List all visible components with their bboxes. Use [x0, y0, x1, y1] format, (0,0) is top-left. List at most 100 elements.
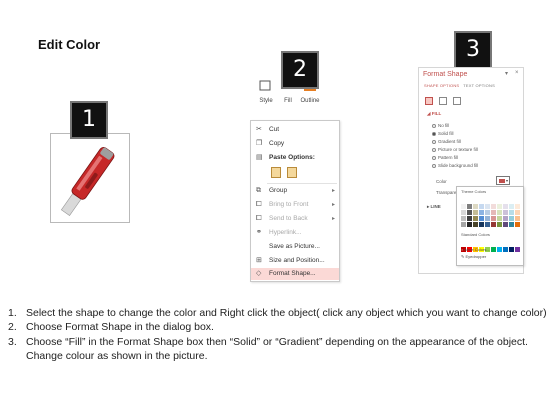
option-no-fill-label: No fill [438, 123, 450, 128]
theme-color-shades[interactable] [461, 204, 521, 232]
page-title: Edit Color [38, 37, 101, 52]
fill-color-button[interactable]: ▾ [496, 176, 510, 185]
close-icon[interactable]: × [515, 70, 519, 76]
menu-item-hyperlink-label: Hyperlink... [269, 229, 302, 236]
instruction-number: 1. [8, 307, 17, 319]
shape-style-icon [259, 80, 271, 91]
option-solid-fill[interactable]: Solid fill [432, 131, 454, 137]
instruction-text: Choose “Fill” in the Format Shape box th… [26, 335, 528, 362]
pane-category-icons [425, 92, 467, 105]
menu-item-size-and-position[interactable]: ⊞ Size and Position... [251, 255, 339, 267]
send-back-icon: ⧠ [256, 215, 262, 222]
menu-item-hyperlink[interactable]: ⚭ Hyperlink... [251, 227, 339, 239]
radio-icon [432, 123, 436, 128]
color-wheel-icon: ● [461, 247, 464, 252]
size-properties-icon[interactable] [453, 97, 461, 105]
menu-item-group-label: Group [269, 187, 288, 194]
option-solid-fill-label: Solid fill [438, 131, 454, 136]
pane-tabs: SHAPE OPTIONS TEXT OPTIONS [424, 83, 495, 88]
format-shape-icon: ◇ [256, 270, 262, 277]
fill-section-header[interactable]: ◢ FILL [427, 111, 441, 117]
paste-picture-icon[interactable] [287, 167, 297, 178]
radio-icon [432, 139, 436, 144]
pane-title: Format Shape [423, 71, 468, 78]
option-gradient-fill[interactable]: Gradient fill [432, 139, 461, 145]
menu-item-cut-label: Cut [269, 126, 280, 133]
option-no-fill[interactable]: No fill [432, 123, 449, 129]
eyedropper-icon: ✎ [461, 254, 465, 259]
instruction-text: Choose Format Shape in the dialog box. [26, 321, 214, 334]
box-cutter-image[interactable] [52, 132, 132, 227]
tab-text-options[interactable]: TEXT OPTIONS [463, 83, 495, 88]
radio-icon [432, 155, 436, 160]
size-icon: ⊞ [256, 257, 262, 264]
instruction-item: 3. Choose “Fill” in the Format Shape box … [8, 335, 548, 364]
current-color-swatch [499, 179, 505, 183]
option-pattern-fill-label: Pattern fill [438, 155, 459, 160]
color-label: Color [436, 179, 447, 184]
group-icon: ⧉ [256, 187, 261, 194]
menu-item-format-shape-label: Format Shape... [269, 270, 316, 277]
option-slide-background-fill[interactable]: Slide background fill [432, 163, 478, 169]
menu-item-bring-to-front[interactable]: ⧠ Bring to Front ▸ [251, 199, 339, 211]
style-button[interactable]: Style [255, 80, 277, 104]
paste-options-label: Paste Options: [269, 154, 315, 161]
color-palette-dropdown: Theme Colors Standard Colors ● More Colo… [456, 186, 524, 266]
scissors-icon: ✂ [256, 126, 262, 133]
more-colors-link[interactable]: ● More Colors... [461, 247, 490, 252]
chevron-down-icon: ▾ [505, 178, 508, 183]
option-gradient-fill-label: Gradient fill [438, 139, 461, 144]
fill-header-label: FILL [431, 111, 442, 116]
eyedropper-link[interactable]: ✎ Eyedropper [461, 254, 486, 259]
menu-item-group[interactable]: ⧉ Group ▸ [251, 185, 339, 197]
blank-icon [256, 243, 264, 251]
instructions-list: 1. Select the shape to change the color a… [8, 306, 548, 363]
menu-item-save-as-picture[interactable]: Save as Picture... [251, 241, 339, 253]
more-colors-label: More Colors... [464, 247, 490, 252]
standard-color-row[interactable] [461, 239, 521, 252]
link-icon: ⚭ [256, 229, 262, 236]
instruction-text: Select the shape to change the color and… [26, 307, 547, 319]
clipboard-icon: ▤ [256, 154, 263, 161]
radio-icon [432, 163, 436, 168]
radio-selected-icon [432, 131, 436, 136]
theme-color-row[interactable] [461, 196, 521, 209]
menu-item-format-shape[interactable]: ◇ Format Shape... [251, 268, 339, 280]
menu-item-copy[interactable]: ❐ Copy [251, 138, 339, 150]
submenu-arrow-icon: ▸ [331, 202, 335, 208]
submenu-arrow-icon: ▸ [331, 216, 335, 222]
style-label: Style [259, 98, 273, 104]
menu-item-send-to-back[interactable]: ⧠ Send to Back ▸ [251, 213, 339, 225]
bring-front-icon: ⧠ [256, 201, 262, 208]
menu-separator [267, 183, 337, 184]
fill-label: Fill [284, 98, 292, 104]
theme-colors-label: Theme Colors [461, 189, 487, 194]
radio-icon [432, 147, 436, 152]
standard-colors-label: Standard Colors [461, 232, 490, 237]
instruction-item: 2. Choose Format Shape in the dialog box. [8, 320, 548, 334]
menu-item-save-as-picture-label: Save as Picture... [269, 243, 320, 250]
step-2-badge: 2 [283, 53, 317, 87]
menu-item-copy-label: Copy [269, 140, 285, 147]
option-pattern-fill[interactable]: Pattern fill [432, 155, 458, 161]
paste-keep-source-icon[interactable] [271, 167, 281, 178]
menu-item-cut[interactable]: ✂ Cut [251, 124, 339, 136]
step-1-badge: 1 [72, 103, 106, 137]
outline-label: Outline [300, 98, 320, 104]
menu-item-bring-to-front-label: Bring to Front [269, 201, 309, 208]
line-section-header[interactable]: ▸ LINE [427, 204, 441, 210]
pane-options-icon[interactable]: ▾ [505, 70, 508, 77]
copy-icon: ❐ [256, 140, 263, 147]
effects-icon[interactable] [439, 97, 447, 105]
instruction-item: 1. Select the shape to change the color a… [8, 306, 548, 320]
instruction-number: 2. [8, 321, 17, 334]
tab-shape-options[interactable]: SHAPE OPTIONS [424, 83, 459, 88]
menu-item-paste-options: ▤ Paste Options: [251, 152, 339, 164]
menu-item-send-to-back-label: Send to Back [269, 215, 308, 222]
option-picture-fill-label: Picture or texture fill [438, 147, 478, 152]
step-3-badge: 3 [456, 33, 490, 67]
line-header-label: LINE [430, 204, 441, 209]
option-picture-fill[interactable]: Picture or texture fill [432, 147, 478, 153]
fill-line-icon[interactable] [425, 97, 433, 105]
eyedropper-label: Eyedropper [465, 254, 487, 259]
